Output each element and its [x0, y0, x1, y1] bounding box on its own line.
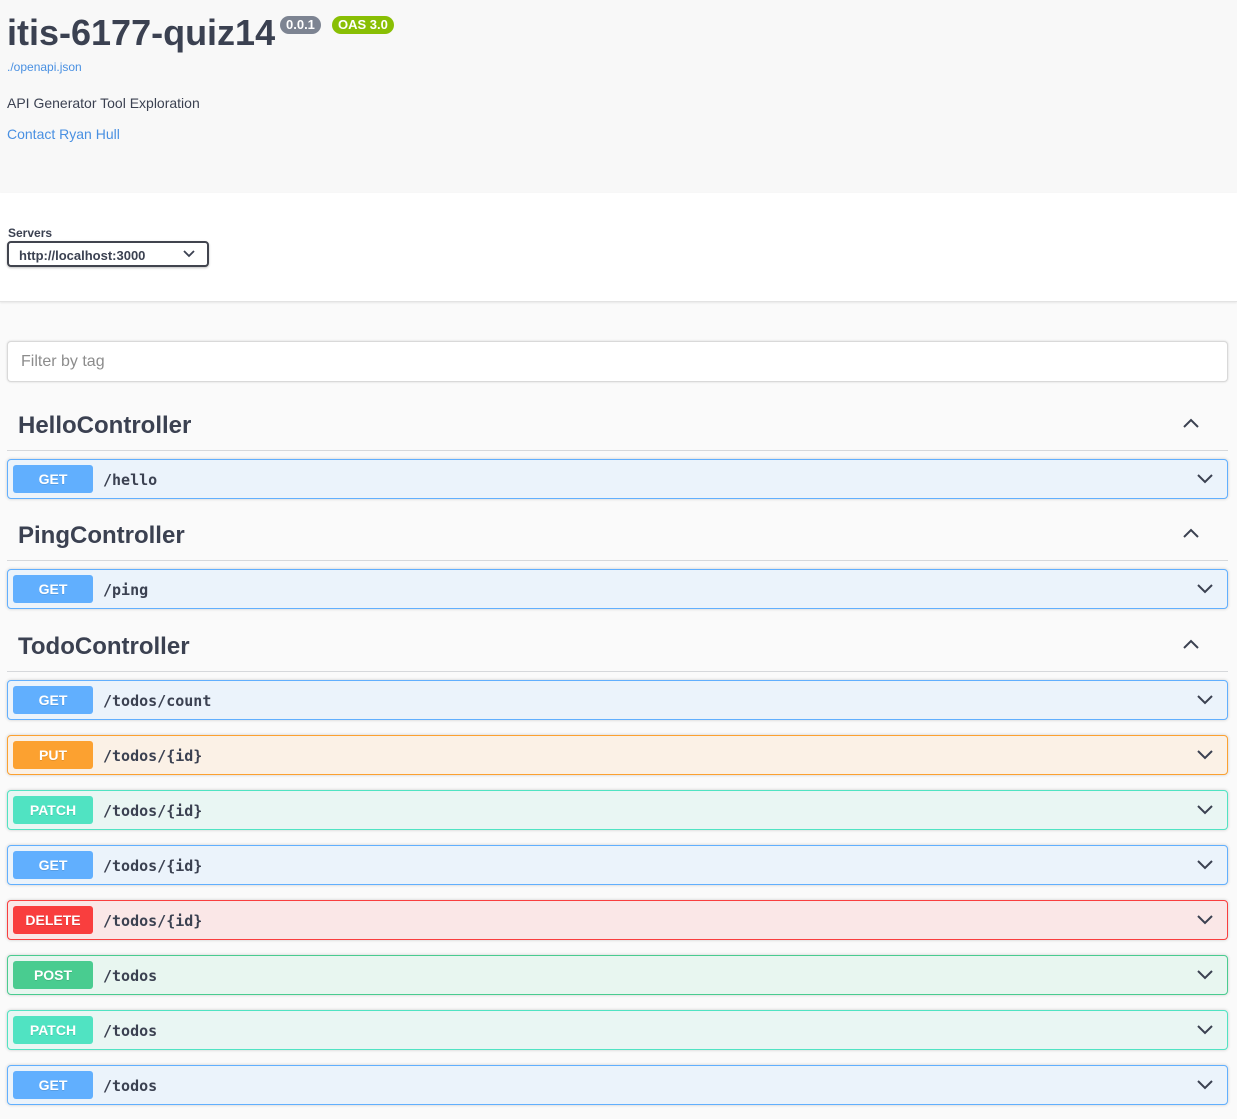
operation-row[interactable]: PATCH/todos — [7, 1010, 1228, 1050]
operation-row[interactable]: GET/todos — [7, 1065, 1228, 1105]
servers-selected-value: http://localhost:3000 — [19, 248, 146, 263]
operation-path: /todos — [103, 1022, 158, 1040]
chevron-down-icon[interactable] — [1196, 749, 1214, 761]
api-title: itis-6177-quiz14 — [7, 12, 276, 53]
operation-path: /ping — [103, 581, 149, 599]
chevron-down-icon[interactable] — [1196, 804, 1214, 816]
method-badge: GET — [13, 575, 93, 603]
tag-name: PingController — [18, 522, 185, 549]
method-badge: PATCH — [13, 1016, 93, 1044]
operation-row[interactable]: GET/ping — [7, 569, 1228, 609]
chevron-down-icon — [183, 250, 195, 258]
chevron-down-icon[interactable] — [1196, 1079, 1214, 1091]
chevron-down-icon[interactable] — [1196, 1024, 1214, 1036]
tag-section-header[interactable]: PingController — [7, 514, 1228, 561]
tag-section-header[interactable]: HelloController — [7, 404, 1228, 451]
operation-row[interactable]: GET/hello — [7, 459, 1228, 499]
servers-select[interactable]: http://localhost:3000 — [7, 241, 209, 267]
operation-path: /todos/count — [103, 692, 212, 710]
operation-path: /todos/{id} — [103, 912, 203, 930]
operation-row[interactable]: PUT/todos/{id} — [7, 735, 1228, 775]
operation-row[interactable]: GET/todos/count — [7, 680, 1228, 720]
operation-path: /todos/{id} — [103, 747, 203, 765]
chevron-down-icon[interactable] — [1196, 859, 1214, 871]
chevron-down-icon[interactable] — [1196, 969, 1214, 981]
operation-path: /todos/{id} — [103, 857, 203, 875]
operation-row[interactable]: POST/todos — [7, 955, 1228, 995]
servers-label: Servers — [8, 226, 53, 240]
operation-path: /todos/{id} — [103, 802, 203, 820]
filter-by-tag — [7, 341, 1228, 382]
filter-input[interactable] — [19, 352, 1213, 372]
scheme-container: Servers http://localhost:3000 — [0, 193, 1237, 302]
operation-row[interactable]: GET/todos/{id} — [7, 845, 1228, 885]
operation-path: /todos — [103, 967, 158, 985]
chevron-up-icon[interactable] — [1182, 417, 1200, 429]
chevron-up-icon[interactable] — [1182, 638, 1200, 650]
chevron-down-icon[interactable] — [1196, 473, 1214, 485]
method-badge: GET — [13, 851, 93, 879]
tag-name: HelloController — [18, 412, 192, 439]
oas-badge: OAS 3.0 — [332, 16, 394, 34]
operation-path: /todos — [103, 1077, 158, 1095]
spec-link[interactable]: ./openapi.json — [7, 60, 82, 74]
method-badge: GET — [13, 686, 93, 714]
version-badge: 0.0.1 — [280, 16, 321, 34]
api-description: API Generator Tool Exploration — [7, 95, 200, 111]
tag-name: TodoController — [18, 633, 190, 660]
operation-row[interactable]: PATCH/todos/{id} — [7, 790, 1228, 830]
operation-row[interactable]: DELETE/todos/{id} — [7, 900, 1228, 940]
chevron-down-icon[interactable] — [1196, 583, 1214, 595]
method-badge: PATCH — [13, 796, 93, 824]
chevron-down-icon[interactable] — [1196, 694, 1214, 706]
method-badge: GET — [13, 465, 93, 493]
chevron-down-icon[interactable] — [1196, 914, 1214, 926]
method-badge: DELETE — [13, 906, 93, 934]
tag-section-header[interactable]: TodoController — [7, 625, 1228, 672]
info-section: itis-6177-quiz14 0.0.1 OAS 3.0 ./openapi… — [0, 0, 1237, 193]
operation-path: /hello — [103, 471, 158, 489]
contact-link[interactable]: Contact Ryan Hull — [7, 126, 120, 142]
method-badge: POST — [13, 961, 93, 989]
method-badge: PUT — [13, 741, 93, 769]
method-badge: GET — [13, 1071, 93, 1099]
chevron-up-icon[interactable] — [1182, 527, 1200, 539]
